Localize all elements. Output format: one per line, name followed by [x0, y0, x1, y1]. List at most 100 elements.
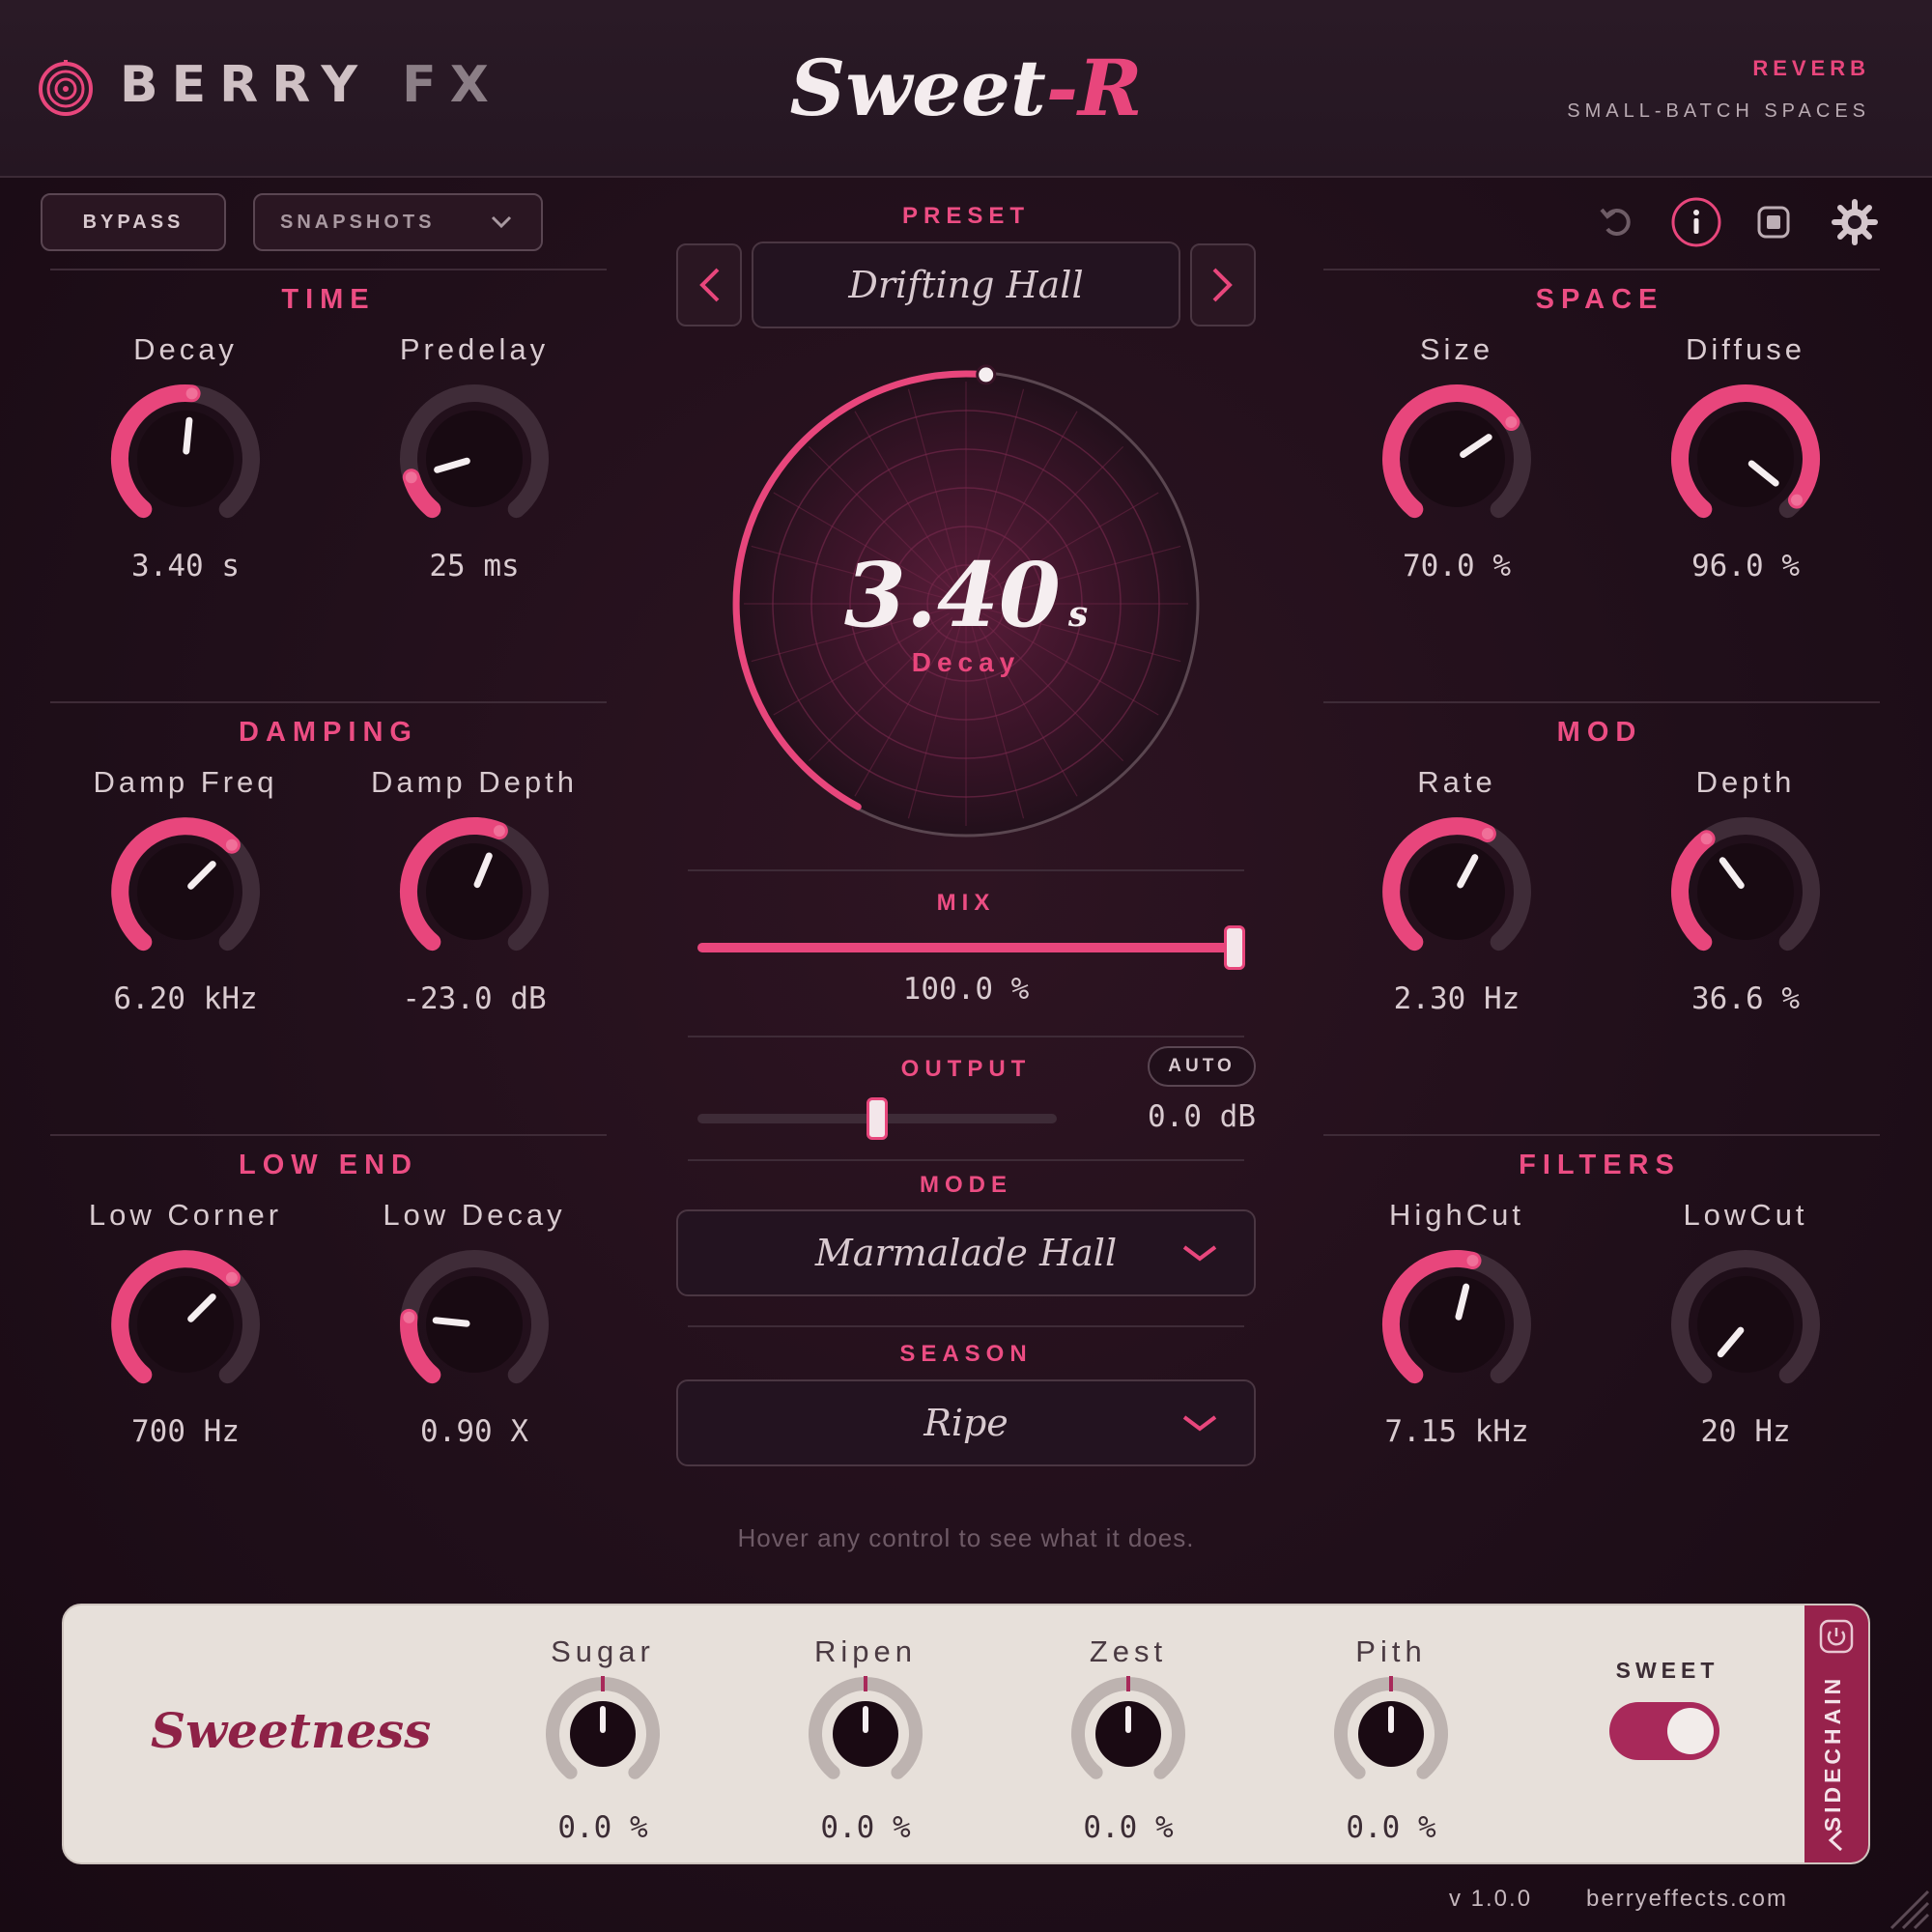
knob-value-dot: [225, 1271, 238, 1284]
mix-value: 100.0 %: [902, 972, 1030, 1007]
knob-diffuse[interactable]: [1659, 372, 1833, 546]
mode-selected: Marmalade Hall: [814, 1232, 1118, 1274]
sweet-knob-label-zest: Zest: [1089, 1634, 1168, 1668]
knob-body: [1697, 411, 1794, 507]
knob-value-low-decay: 0.90 X: [420, 1414, 528, 1449]
sweet-knob-value-zest: 0.0 %: [1083, 1810, 1174, 1845]
section-title-mod: MOD: [1556, 717, 1643, 748]
preset-name-display[interactable]: Drifting Hall: [752, 242, 1180, 328]
dial-readout: 3.40 s: [676, 543, 1256, 647]
knob-size[interactable]: [1370, 372, 1544, 546]
preset-next-button[interactable]: [1190, 243, 1256, 327]
section-title-filters: FILTERS: [1519, 1150, 1681, 1180]
chevron-down-icon: [491, 215, 512, 229]
sweet-knob-ripen[interactable]: [803, 1671, 928, 1797]
header-bar: BERRY FX Sweet-R REVERB SMALL-BATCH SPAC…: [0, 0, 1932, 178]
knob-lowcut[interactable]: [1659, 1237, 1833, 1411]
sweetness-panel: Sweetness Sugar 0.0 % Ripen 0.0 % Zest 0.0 % P…: [62, 1604, 1870, 1864]
divider-output: [688, 1036, 1244, 1037]
knob-value-diffuse: 96.0 %: [1691, 549, 1800, 583]
knob-predelay[interactable]: [387, 372, 561, 546]
sidechain-label: SIDECHAIN: [1820, 1674, 1845, 1833]
gear-icon[interactable]: [1832, 199, 1878, 245]
resize-handle-icon[interactable]: [1884, 1884, 1930, 1930]
power-icon[interactable]: [1819, 1619, 1854, 1654]
divider-space: [1323, 269, 1880, 270]
preset-name: Drifting Hall: [848, 264, 1084, 306]
preset-prev-button[interactable]: [676, 243, 742, 327]
knob-pointer: [183, 416, 193, 455]
knob-damp-depth[interactable]: [387, 805, 561, 979]
section-title-damping: DAMPING: [239, 717, 418, 748]
knob-value-dot: [1700, 833, 1713, 845]
knob-label-lowcut: LowCut: [1683, 1198, 1808, 1232]
mix-slider-track[interactable]: [697, 943, 1235, 952]
sweet-knob-label-ripen: Ripen: [814, 1634, 917, 1668]
chevron-down-icon: [1182, 1245, 1217, 1262]
sidechain-tab[interactable]: SIDECHAIN: [1804, 1605, 1868, 1862]
knob-rate[interactable]: [1370, 805, 1544, 979]
divider-time: [50, 269, 607, 270]
snapshots-dropdown[interactable]: SNAPSHOTS: [253, 193, 543, 251]
knob-damp-freq[interactable]: [99, 805, 272, 979]
section-title-time: TIME: [281, 284, 376, 315]
knob-label-damp-freq: Damp Freq: [93, 765, 278, 799]
knob-value-decay: 3.40 s: [131, 549, 240, 583]
knob-body: [426, 1276, 523, 1373]
divider-mode: [688, 1159, 1244, 1161]
knob-highcut[interactable]: [1370, 1237, 1544, 1411]
knob-value-dot: [185, 387, 198, 400]
knob-value-dot: [225, 838, 238, 851]
sweet-knob-sugar[interactable]: [540, 1671, 666, 1797]
divider-damping: [50, 701, 607, 703]
knob-value-low-corner: 700 Hz: [131, 1414, 240, 1449]
knob-body: [1697, 843, 1794, 940]
knob-decay[interactable]: [99, 372, 272, 546]
knob-label-rate: Rate: [1417, 765, 1496, 799]
knob-value-highcut: 7.15 kHz: [1384, 1414, 1529, 1449]
knob-value-dot: [403, 1311, 415, 1323]
knob-low-decay[interactable]: [387, 1237, 561, 1411]
knob-value-lowcut: 20 Hz: [1700, 1414, 1791, 1449]
knob-low-corner[interactable]: [99, 1237, 272, 1411]
output-slider-thumb[interactable]: [867, 1097, 888, 1140]
knob-body: [1408, 1276, 1505, 1373]
mode-dropdown[interactable]: Marmalade Hall: [676, 1209, 1256, 1296]
mix-slider-thumb[interactable]: [1224, 925, 1245, 970]
knob-label-decay: Decay: [133, 332, 238, 366]
version-text: v 1.0.0: [1449, 1886, 1533, 1912]
output-value: 0.0 dB: [1148, 1099, 1256, 1134]
preset-label: PRESET: [901, 203, 1031, 229]
knob-pointer: [432, 1317, 470, 1327]
knob-value-damp-freq: 6.20 kHz: [113, 981, 258, 1016]
sweet-knob-pith[interactable]: [1328, 1671, 1454, 1797]
knob-value-dot: [1481, 827, 1493, 839]
snapshots-label: SNAPSHOTS: [280, 211, 436, 233]
auto-gain-button[interactable]: AUTO: [1148, 1046, 1256, 1087]
season-dropdown[interactable]: Ripe: [676, 1379, 1256, 1466]
knob-value-predelay: 25 ms: [429, 549, 520, 583]
knob-label-predelay: Predelay: [399, 332, 550, 366]
sweet-knob-label-sugar: Sugar: [551, 1634, 655, 1668]
website-link[interactable]: berryeffects.com: [1586, 1886, 1788, 1913]
knob-body: [137, 1276, 234, 1373]
plugin-tagline: SMALL-BATCH SPACES: [1567, 100, 1870, 122]
sweet-knob-label-pith: Pith: [1355, 1634, 1427, 1668]
sweet-knob-value-pith: 0.0 %: [1346, 1810, 1436, 1845]
divider-mod: [1323, 701, 1880, 703]
stop-icon[interactable]: [1756, 205, 1791, 240]
bypass-button[interactable]: BYPASS: [41, 193, 226, 251]
dial-handle[interactable]: [976, 364, 997, 385]
dial-unit: s: [1067, 594, 1089, 635]
chevron-left-icon: [699, 268, 720, 302]
sweet-knob-zest[interactable]: [1065, 1671, 1191, 1797]
knob-depth[interactable]: [1659, 805, 1833, 979]
info-icon[interactable]: [1670, 196, 1722, 248]
knob-body: [426, 411, 523, 507]
undo-icon[interactable]: [1598, 202, 1636, 241]
auto-gain-label: AUTO: [1168, 1056, 1236, 1076]
sweet-toggle-knob: [1667, 1708, 1714, 1754]
knob-value-depth: 36.6 %: [1691, 981, 1800, 1016]
sweet-toggle[interactable]: [1609, 1702, 1719, 1760]
knob-body: [1697, 1276, 1794, 1373]
